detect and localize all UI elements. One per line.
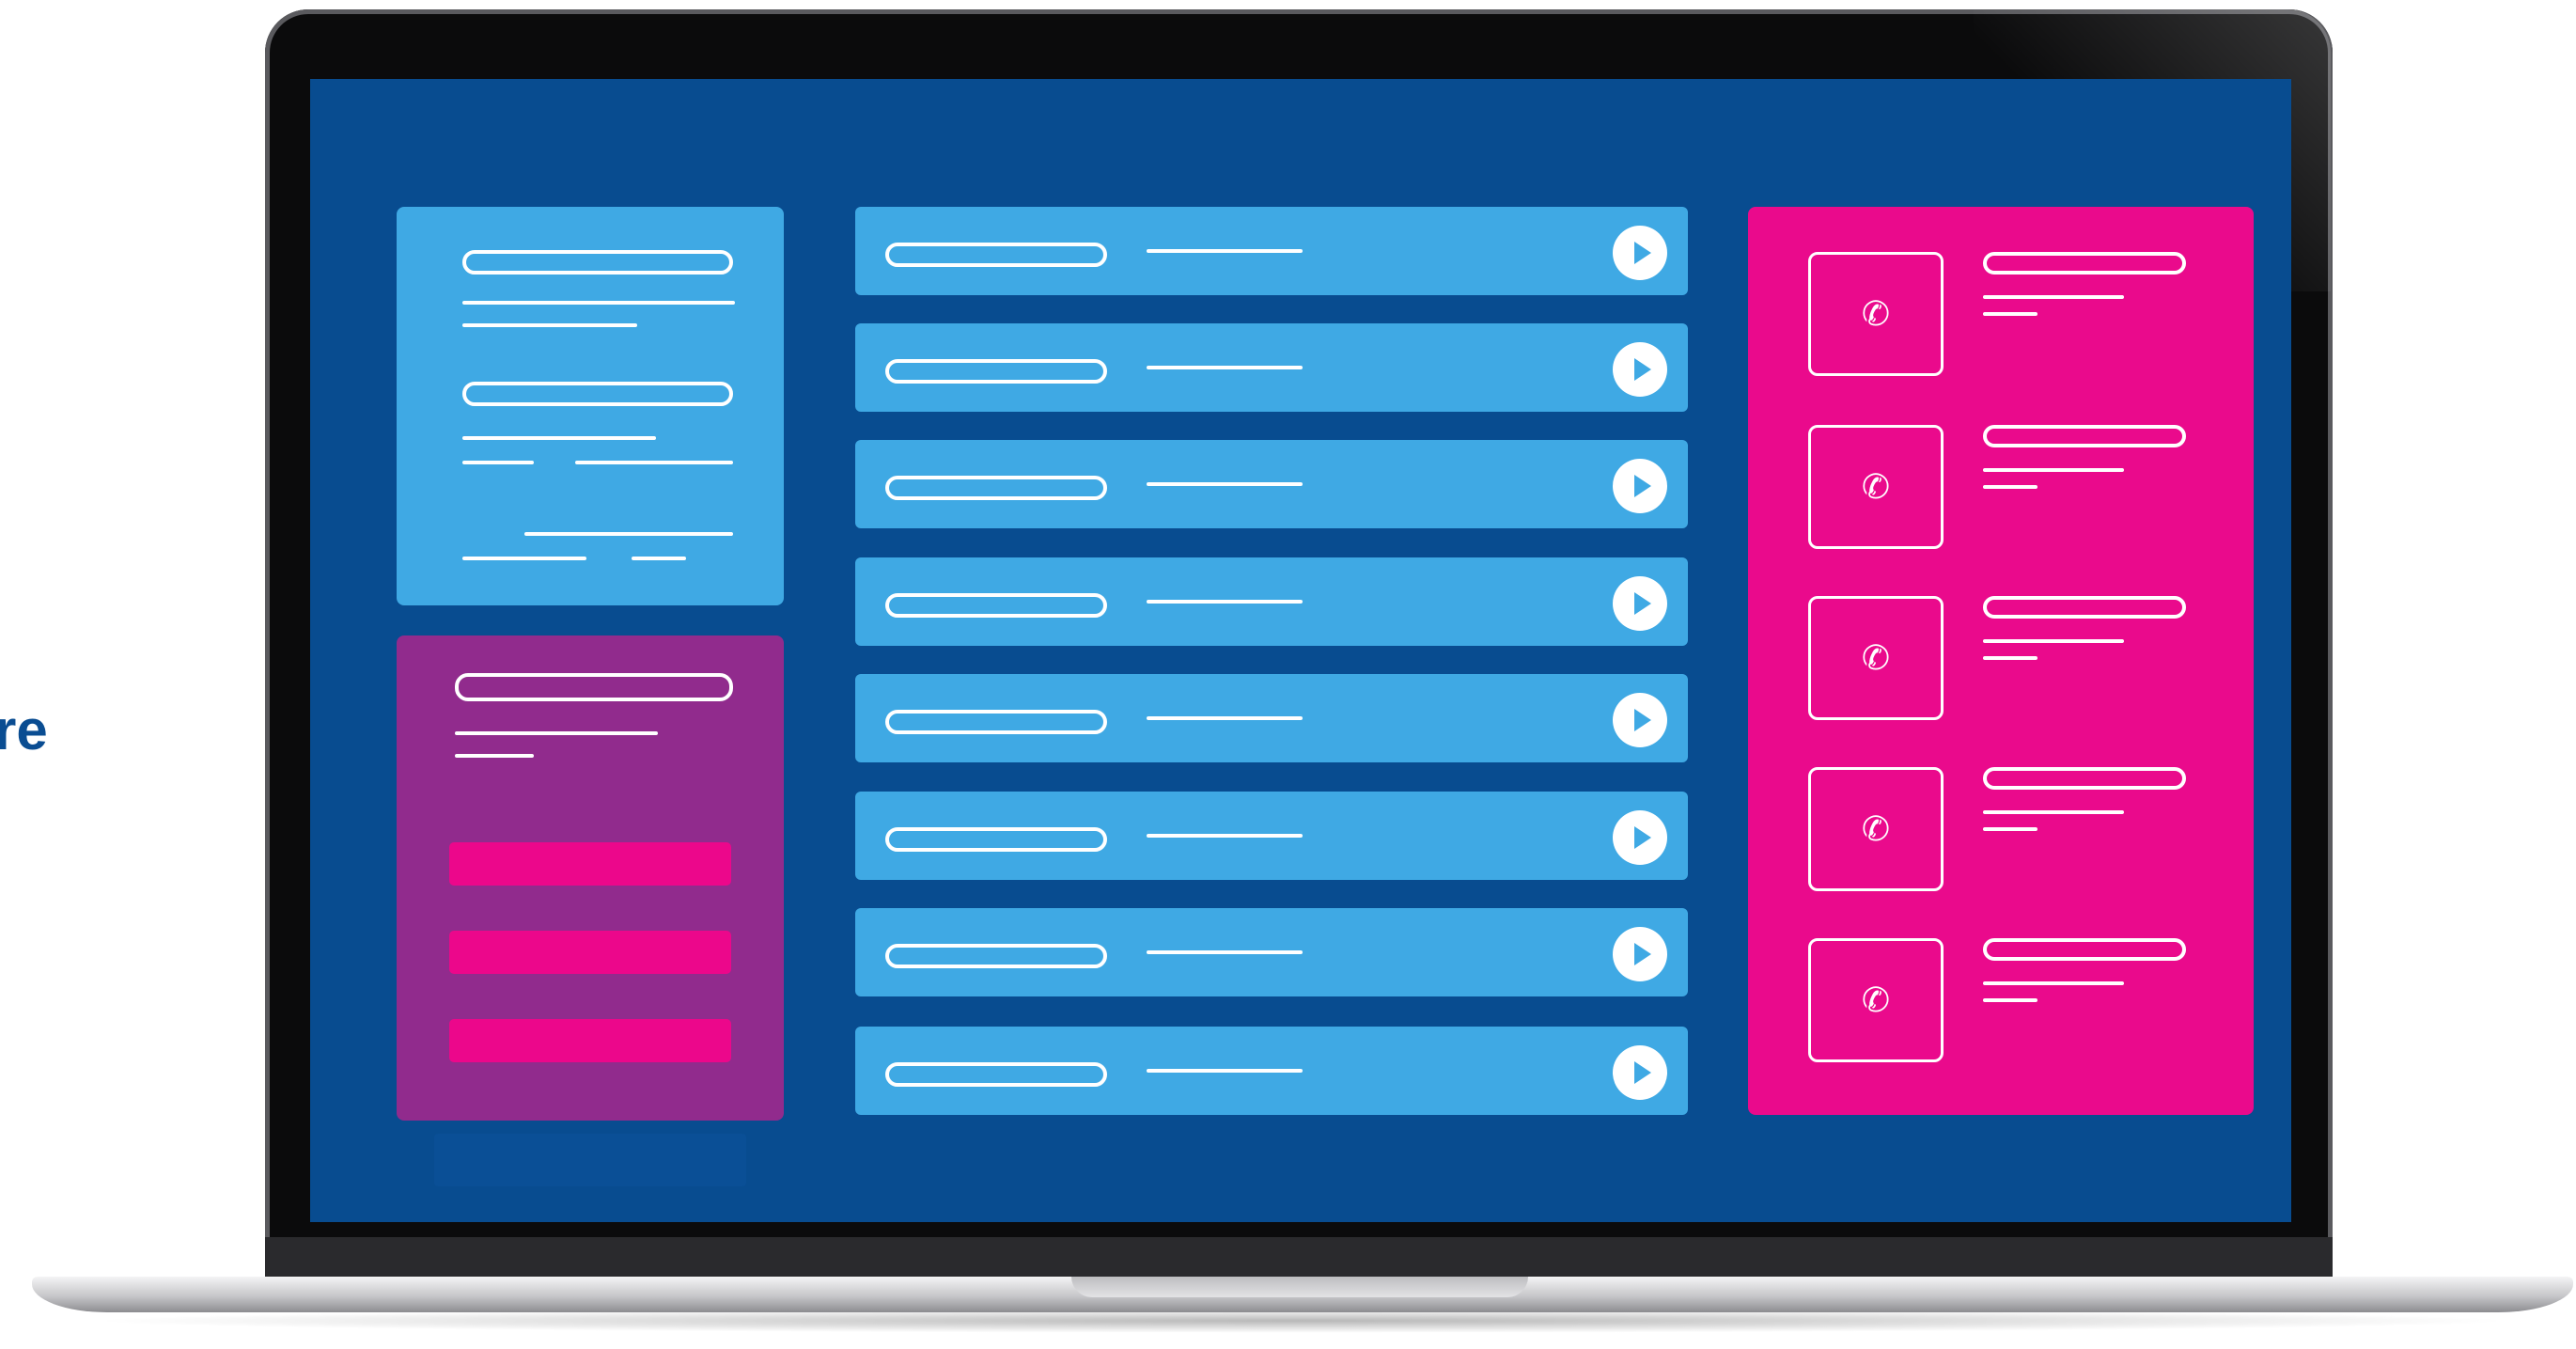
placeholder-title [885, 710, 1107, 734]
list-row[interactable] [855, 557, 1688, 646]
phone-glyph: ✆ [1861, 467, 1891, 507]
placeholder-text-line [632, 557, 686, 560]
placeholder-text-line [1983, 639, 2124, 643]
placeholder-text-line [1147, 834, 1303, 838]
list-row[interactable] [855, 674, 1688, 762]
placeholder-title [885, 944, 1107, 968]
placeholder-title [885, 1062, 1107, 1087]
list-row[interactable] [855, 440, 1688, 528]
placeholder-text-line [1147, 366, 1303, 369]
placeholder-text-line [1983, 295, 2124, 299]
phone-icon[interactable]: ✆ [1808, 252, 1944, 376]
list-row[interactable] [855, 908, 1688, 996]
play-icon[interactable] [1613, 693, 1667, 747]
placeholder-text-line [1983, 468, 2124, 472]
placeholder-text-line [462, 301, 735, 305]
placeholder-text-line [1983, 827, 2037, 831]
contact-item[interactable]: ✆ [1808, 938, 2231, 1064]
list-row[interactable] [855, 792, 1688, 880]
placeholder-text-line [1147, 600, 1303, 604]
placeholder-name [1983, 252, 2186, 275]
contact-item[interactable]: ✆ [1808, 767, 2231, 893]
partial-heading-text: re [0, 698, 48, 761]
contact-item[interactable]: ✆ [1808, 252, 2231, 378]
placeholder-title [885, 359, 1107, 384]
placeholder-text-line [1983, 485, 2037, 489]
info-card [397, 207, 784, 605]
phone-icon[interactable]: ✆ [1808, 938, 1944, 1062]
phone-glyph: ✆ [1861, 294, 1891, 334]
contact-item[interactable]: ✆ [1808, 425, 2231, 551]
contacts-panel: ✆ ✆ ✆ ✆ ✆ [1748, 207, 2254, 1115]
form-button[interactable] [449, 931, 731, 974]
phone-glyph: ✆ [1861, 638, 1891, 678]
placeholder-name [1983, 938, 2186, 961]
placeholder-text-line [1147, 950, 1303, 954]
placeholder-heading [462, 382, 733, 406]
phone-glyph: ✆ [1861, 809, 1891, 849]
list-row[interactable] [855, 207, 1688, 295]
placeholder-text-line [1147, 716, 1303, 720]
placeholder-text-line [1147, 249, 1303, 253]
laptop-bezel-chin [265, 1237, 2333, 1278]
placeholder-text-line [1983, 998, 2037, 1002]
play-icon[interactable] [1613, 226, 1667, 280]
placeholder-heading [455, 673, 733, 701]
placeholder-text-line [462, 461, 534, 464]
phone-glyph: ✆ [1861, 980, 1891, 1020]
placeholder-text-line [1983, 981, 2124, 985]
placeholder-heading [462, 250, 733, 275]
placeholder-text-line [1147, 482, 1303, 486]
list-row[interactable] [855, 323, 1688, 412]
placeholder-title [885, 827, 1107, 852]
placeholder-name [1983, 767, 2186, 790]
placeholder-name [1983, 425, 2186, 447]
play-icon[interactable] [1613, 576, 1667, 631]
placeholder-text-line [1147, 1069, 1303, 1073]
placeholder-title [885, 593, 1107, 618]
placeholder-text-line [1983, 656, 2037, 660]
placeholder-text-line [1983, 810, 2124, 814]
form-button[interactable] [449, 842, 731, 886]
placeholder-text-line [462, 436, 656, 440]
play-icon[interactable] [1613, 810, 1667, 865]
form-button[interactable] [449, 1019, 731, 1062]
placeholder-text-line [462, 557, 586, 560]
placeholder-text-line [575, 461, 733, 464]
placeholder-title [885, 243, 1107, 267]
phone-icon[interactable]: ✆ [1808, 767, 1944, 891]
laptop-screen: ✆ ✆ ✆ ✆ ✆ [310, 79, 2291, 1222]
play-icon[interactable] [1613, 342, 1667, 397]
placeholder-title [885, 476, 1107, 500]
placeholder-name [1983, 596, 2186, 619]
contact-item[interactable]: ✆ [1808, 596, 2231, 722]
play-icon[interactable] [1613, 459, 1667, 513]
laptop-notch [1071, 1277, 1528, 1297]
placeholder-text-line [455, 754, 534, 758]
form-card-shadow [434, 1134, 746, 1186]
placeholder-text-line [1983, 312, 2037, 316]
phone-icon[interactable]: ✆ [1808, 596, 1944, 720]
play-icon[interactable] [1613, 927, 1667, 981]
placeholder-text-line [455, 731, 658, 735]
list-row[interactable] [855, 1027, 1688, 1115]
placeholder-text-line [524, 532, 733, 536]
form-card [397, 635, 784, 1121]
phone-icon[interactable]: ✆ [1808, 425, 1944, 549]
play-icon[interactable] [1613, 1045, 1667, 1100]
placeholder-text-line [462, 323, 637, 327]
